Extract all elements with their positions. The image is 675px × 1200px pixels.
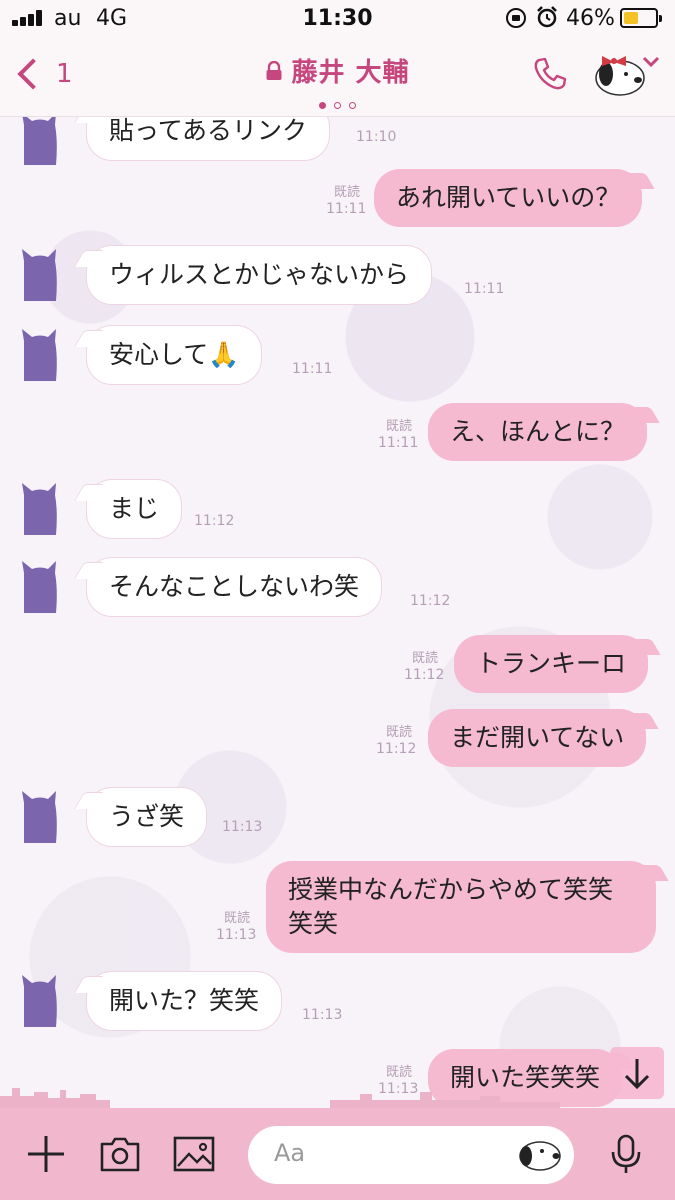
avatar[interactable]	[18, 789, 62, 843]
message-bubble[interactable]: ウィルスとかじゃないから	[86, 245, 433, 305]
lock-icon	[266, 60, 282, 80]
sticker-icon[interactable]	[512, 1134, 564, 1176]
page-indicator	[0, 94, 675, 113]
message-time: 11:10	[356, 129, 397, 145]
battery-level-fill	[624, 12, 638, 24]
page-dot	[349, 102, 356, 109]
message-time: 11:12	[376, 741, 417, 757]
avatar[interactable]	[18, 559, 62, 613]
menu-chevron-icon	[642, 56, 660, 68]
read-receipt: 既読	[224, 911, 251, 926]
alarm-icon	[537, 6, 557, 28]
read-receipt: 既読	[386, 419, 413, 434]
message-bubble[interactable]: まだ開いてない	[428, 709, 647, 767]
contact-name: 藤井 大輔	[291, 58, 410, 88]
page-dot	[319, 102, 326, 109]
message-bubble[interactable]: 授業中なんだからやめて笑笑笑笑	[266, 861, 656, 953]
read-receipt: 既読	[412, 651, 439, 666]
chat-area[interactable]: 貼ってあるリンク 11:10 既読 11:11 あれ開いていいの？ ウィルスとか…	[0, 117, 675, 1108]
message-time: 11:12	[404, 667, 445, 683]
chat-title[interactable]: 藤井 大輔	[265, 52, 409, 89]
camera-icon[interactable]	[98, 1134, 142, 1174]
chat-header: 1 藤井 大輔	[0, 38, 675, 117]
message-bubble[interactable]: 開いた？笑笑	[86, 971, 283, 1031]
message-bubble[interactable]: そんなことしないわ笑	[86, 557, 383, 617]
message-time: 11:12	[194, 513, 235, 529]
input-placeholder: Aa	[274, 1139, 306, 1167]
message-bubble[interactable]: まじ	[86, 479, 183, 539]
avatar[interactable]	[18, 481, 62, 535]
mic-icon[interactable]	[606, 1134, 646, 1174]
battery-percent: 46%	[566, 6, 615, 31]
menu-button[interactable]	[592, 48, 662, 100]
message-time: 11:13	[222, 819, 263, 835]
message-time: 11:11	[378, 435, 419, 451]
avatar[interactable]	[18, 247, 62, 301]
message-time: 11:11	[292, 361, 333, 377]
message-bubble[interactable]: あれ開いていいの？	[374, 169, 643, 227]
rotation-lock-icon	[506, 8, 526, 28]
message-time: 11:13	[302, 1007, 343, 1023]
read-receipt: 既読	[386, 1065, 413, 1080]
read-receipt: 既読	[386, 725, 413, 740]
message-bubble[interactable]: うざ笑	[86, 787, 208, 847]
message-time: 11:12	[410, 593, 451, 609]
message-bubble[interactable]: 貼ってあるリンク	[86, 117, 331, 161]
avatar[interactable]	[18, 973, 62, 1027]
status-bar: au 4G 11:30 46%	[0, 0, 675, 38]
message-time: 11:11	[326, 201, 367, 217]
message-input[interactable]: Aa	[248, 1126, 574, 1184]
message-bubble[interactable]: 安心して🙏	[86, 325, 263, 385]
phone-icon[interactable]	[530, 54, 570, 94]
avatar[interactable]	[18, 117, 62, 165]
input-bar: Aa	[0, 1108, 675, 1200]
plus-icon[interactable]	[24, 1134, 68, 1174]
read-receipt: 既読	[334, 185, 361, 200]
battery-icon	[620, 8, 662, 28]
message-time: 11:11	[464, 281, 505, 297]
page-dot	[334, 102, 341, 109]
message-bubble[interactable]: トランキーロ	[454, 635, 649, 693]
skyline-decoration	[0, 1088, 560, 1108]
image-icon[interactable]	[172, 1134, 216, 1174]
avatar[interactable]	[18, 327, 62, 381]
message-time: 11:13	[216, 927, 257, 943]
message-bubble[interactable]: え、ほんとに？	[428, 403, 648, 461]
